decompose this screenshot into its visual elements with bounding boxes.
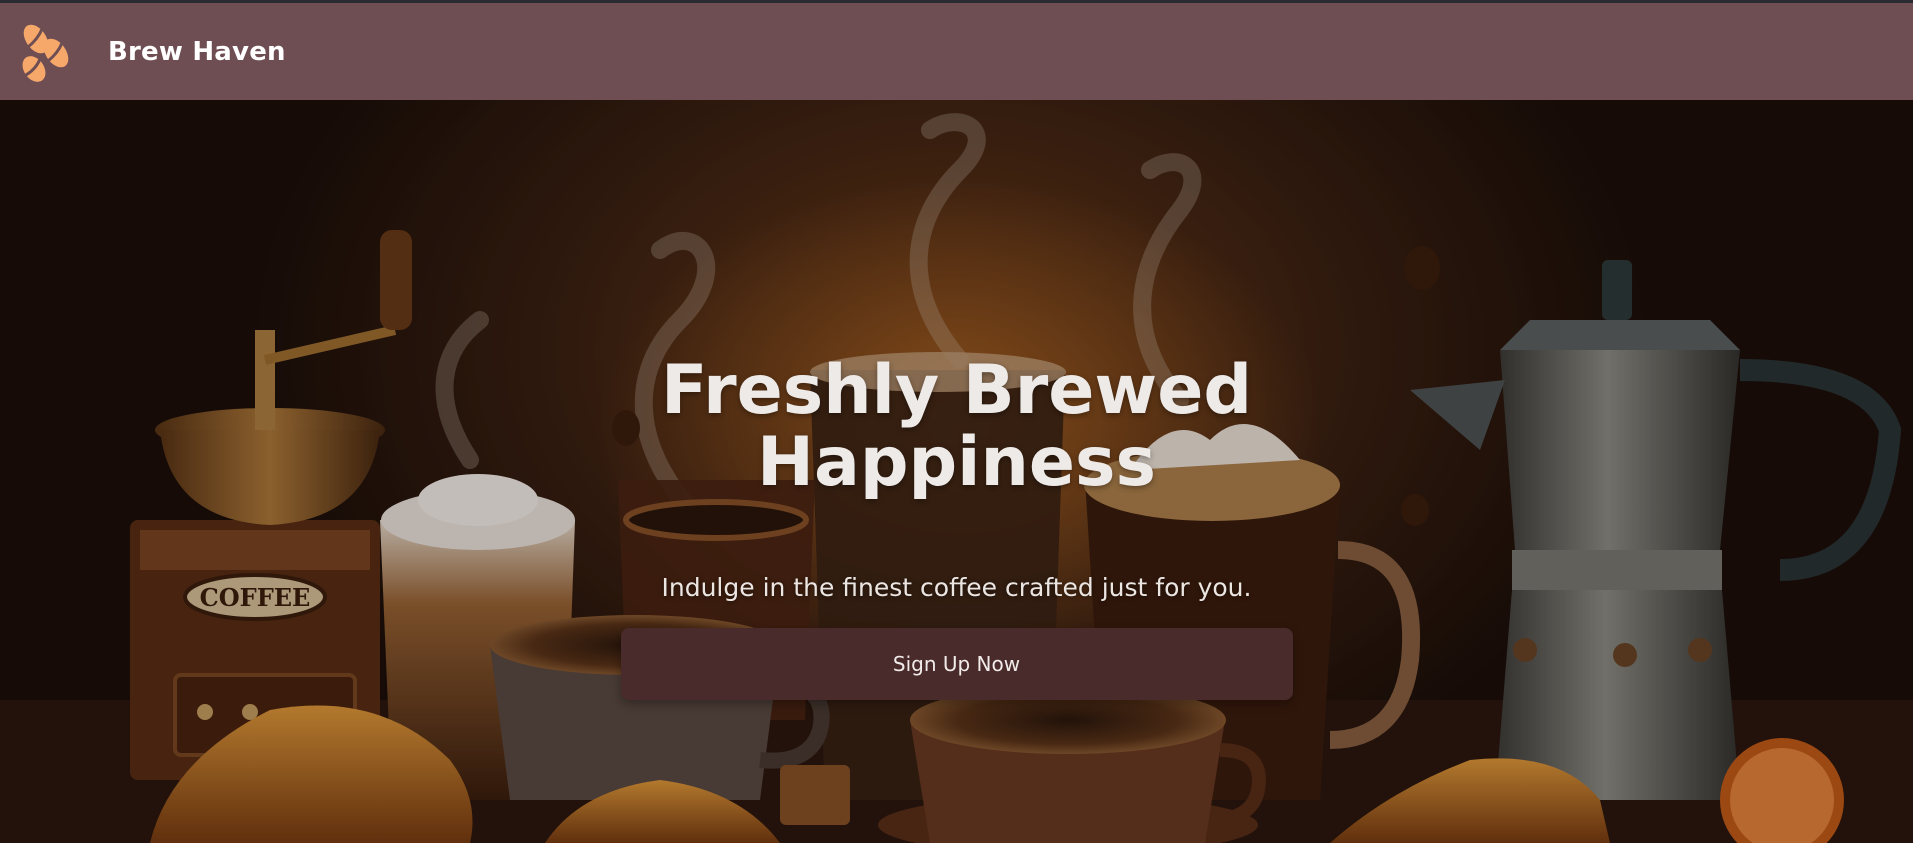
site-header: Brew Haven: [0, 3, 1913, 100]
hero-section: COFFEE Freshly Brewed Happiness Indulge …: [0, 100, 1913, 843]
hero-headline: Freshly Brewed Happiness: [660, 351, 1253, 502]
hero-content: Freshly Brewed Happiness Indulge in the …: [0, 100, 1913, 843]
sign-up-button[interactable]: Sign Up Now: [620, 627, 1293, 700]
coffee-beans-icon[interactable]: [12, 17, 82, 87]
brand-name[interactable]: Brew Haven: [108, 37, 286, 67]
hero-subtitle: Indulge in the finest coffee crafted jus…: [661, 572, 1252, 602]
